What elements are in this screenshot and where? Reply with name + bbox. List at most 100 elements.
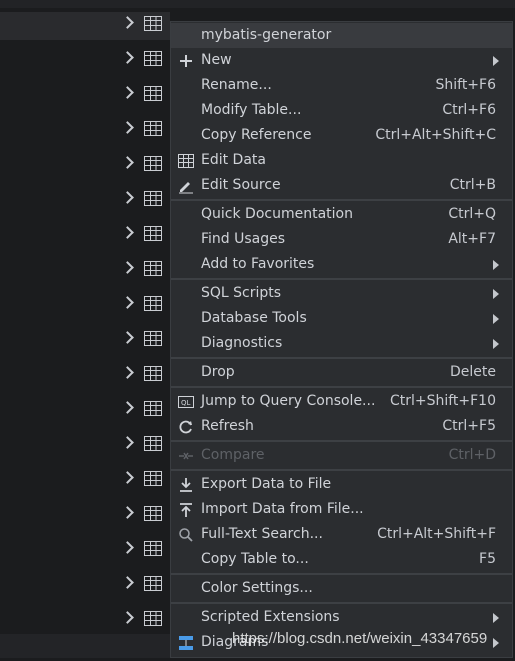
submenu-arrow-icon	[493, 638, 499, 648]
menu-item-label: Modify Table...	[201, 102, 302, 118]
tree-row[interactable]	[120, 252, 170, 287]
tree-row[interactable]	[120, 602, 170, 637]
menu-item-modify-table[interactable]: Modify Table... Ctrl+F6	[171, 98, 512, 123]
tree-row[interactable]	[120, 112, 170, 147]
menu-item-rename[interactable]: Rename... Shift+F6	[171, 73, 512, 98]
table-icon	[144, 331, 162, 350]
menu-item-find-usages[interactable]: Find Usages Alt+F7	[171, 227, 512, 252]
menu-item-full-text-search[interactable]: Full-Text Search... Ctrl+Alt+Shift+F	[171, 522, 512, 547]
top-strip	[0, 0, 515, 8]
menu-item-shortcut: Ctrl+F5	[442, 418, 496, 434]
menu-item-label: Add to Favorites	[201, 256, 315, 272]
menu-item-shortcut: Ctrl+Alt+Shift+F	[377, 526, 496, 542]
table-icon	[144, 51, 162, 70]
table-icon	[144, 191, 162, 210]
menu-item-shortcut: Ctrl+D	[448, 447, 496, 463]
chevron-right-icon[interactable]	[121, 541, 134, 554]
chevron-right-icon[interactable]	[121, 16, 134, 29]
chevron-right-icon[interactable]	[121, 436, 134, 449]
submenu-arrow-icon	[493, 260, 499, 270]
table-icon	[144, 156, 162, 175]
tree-row[interactable]	[120, 287, 170, 322]
menu-item-label: Import Data from File...	[201, 501, 364, 517]
chevron-right-icon[interactable]	[121, 576, 134, 589]
menu-item-edit-source[interactable]: Edit Source Ctrl+B	[171, 173, 512, 198]
menu-separator	[171, 386, 512, 388]
compare-icon	[177, 447, 195, 465]
menu-item-scripted-extensions[interactable]: Scripted Extensions	[171, 605, 512, 630]
chevron-right-icon[interactable]	[121, 86, 134, 99]
menu-item-shortcut: Alt+F7	[448, 231, 496, 247]
watermark: https://blog.csdn.net/weixin_43347659	[232, 630, 488, 647]
tree-row[interactable]	[120, 77, 170, 112]
menu-item-label: Compare	[201, 447, 265, 463]
menu-item-label: Diagnostics	[201, 335, 283, 351]
chevron-right-icon[interactable]	[121, 261, 134, 274]
menu-item-label: SQL Scripts	[201, 285, 282, 301]
menu-separator	[171, 440, 512, 442]
tree-row[interactable]	[120, 7, 170, 42]
chevron-right-icon[interactable]	[121, 401, 134, 414]
chevron-right-icon[interactable]	[121, 226, 134, 239]
menu-item-quick-documentation[interactable]: Quick Documentation Ctrl+Q	[171, 202, 512, 227]
table-icon	[144, 541, 162, 560]
menu-item-color-settings[interactable]: Color Settings...	[171, 576, 512, 601]
svg-text:QL: QL	[181, 399, 191, 407]
menu-item-database-tools[interactable]: Database Tools	[171, 306, 512, 331]
menu-item-header[interactable]: mybatis-generator	[171, 23, 512, 48]
chevron-right-icon[interactable]	[121, 121, 134, 134]
menu-item-label: Export Data to File	[201, 476, 332, 492]
tree-row[interactable]	[120, 392, 170, 427]
chevron-right-icon[interactable]	[121, 366, 134, 379]
menu-item-drop[interactable]: Drop Delete	[171, 360, 512, 385]
menu-separator	[171, 573, 512, 575]
menu-separator	[171, 278, 512, 280]
tree-row[interactable]	[120, 42, 170, 77]
table-icon	[144, 471, 162, 490]
menu-item-sql-scripts[interactable]: SQL Scripts	[171, 281, 512, 306]
menu-item-refresh[interactable]: Refresh Ctrl+F5	[171, 414, 512, 439]
menu-separator	[171, 602, 512, 604]
chevron-right-icon[interactable]	[121, 156, 134, 169]
tree-row[interactable]	[120, 497, 170, 532]
menu-item-jump-to-query-console[interactable]: QL Jump to Query Console... Ctrl+Shift+F10	[171, 389, 512, 414]
chevron-right-icon[interactable]	[121, 331, 134, 344]
chevron-right-icon[interactable]	[121, 611, 134, 624]
tree-row[interactable]	[120, 217, 170, 252]
tree-row[interactable]	[120, 147, 170, 182]
menu-separator	[171, 469, 512, 471]
chevron-right-icon[interactable]	[121, 296, 134, 309]
download-icon	[177, 476, 195, 494]
table-icon	[144, 226, 162, 245]
menu-item-edit-data[interactable]: Edit Data	[171, 148, 512, 173]
menu-item-add-to-favorites[interactable]: Add to Favorites	[171, 252, 512, 277]
tree-row[interactable]	[120, 532, 170, 567]
menu-item-export-data-to-file[interactable]: Export Data to File	[171, 472, 512, 497]
menu-item-label: Full-Text Search...	[201, 526, 323, 542]
chevron-right-icon[interactable]	[121, 191, 134, 204]
tree-row[interactable]	[120, 322, 170, 357]
chevron-right-icon[interactable]	[121, 506, 134, 519]
chevron-right-icon[interactable]	[121, 51, 134, 64]
tree-row[interactable]	[120, 462, 170, 497]
submenu-arrow-icon	[493, 56, 499, 66]
refresh-icon	[177, 418, 195, 436]
menu-item-label: Database Tools	[201, 310, 307, 326]
menu-item-copy-reference[interactable]: Copy Reference Ctrl+Alt+Shift+C	[171, 123, 512, 148]
submenu-arrow-icon	[493, 339, 499, 349]
menu-item-shortcut: Ctrl+Shift+F10	[389, 393, 496, 409]
submenu-arrow-icon	[493, 613, 499, 623]
tree-row[interactable]	[120, 357, 170, 392]
menu-item-shortcut: Shift+F6	[435, 77, 496, 93]
menu-item-diagnostics[interactable]: Diagnostics	[171, 331, 512, 356]
menu-item-compare: Compare Ctrl+D	[171, 443, 512, 468]
tree-row[interactable]	[120, 567, 170, 602]
chevron-right-icon[interactable]	[121, 471, 134, 484]
menu-item-new[interactable]: New	[171, 48, 512, 73]
menu-item-shortcut: Ctrl+F6	[442, 102, 496, 118]
tree-row[interactable]	[120, 427, 170, 462]
menu-item-import-data-from-file[interactable]: Import Data from File...	[171, 497, 512, 522]
tree-row[interactable]	[120, 182, 170, 217]
menu-item-copy-table-to[interactable]: Copy Table to... F5	[171, 547, 512, 572]
ql-icon: QL	[177, 393, 195, 411]
